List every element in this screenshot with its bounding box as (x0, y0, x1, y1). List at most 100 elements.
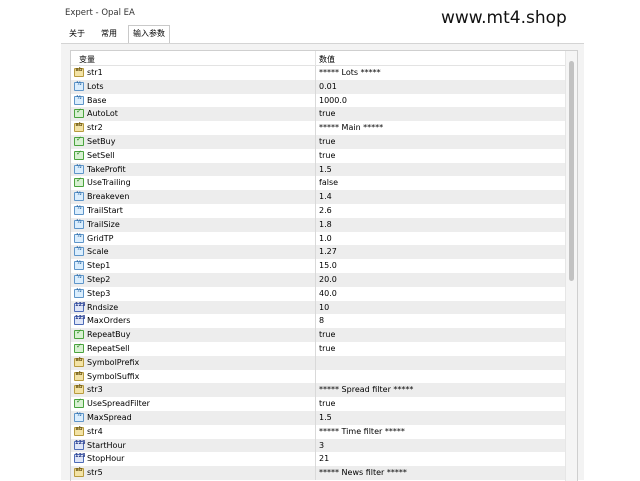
table-row[interactable]: ½ TrailSize 1.8 (71, 217, 565, 232)
table-row[interactable]: ½ MaxSpread 1.5 (71, 410, 565, 425)
value-cell[interactable]: 2.6 (316, 204, 565, 218)
value-cell[interactable]: 8 (316, 314, 565, 328)
value-cell[interactable]: false (316, 176, 565, 190)
value-cell[interactable]: 1.8 (316, 218, 565, 232)
value-cell[interactable] (316, 370, 565, 384)
value-cell[interactable]: 0.01 (316, 80, 565, 94)
table-row[interactable]: ab str1 ***** Lots ***** (71, 66, 565, 80)
vertical-scrollbar[interactable] (565, 51, 577, 481)
tab-input-parameters[interactable]: 输入参数 (128, 25, 170, 44)
tab-common[interactable]: 常用 (97, 26, 121, 42)
table-row[interactable]: ab SymbolSuffix (71, 369, 565, 384)
value-cell[interactable]: 1000.0 (316, 94, 565, 108)
table-row[interactable]: ½ TrailStart 2.6 (71, 203, 565, 218)
value-cell[interactable]: true (316, 149, 565, 163)
table-row[interactable]: ✓ SetSell true (71, 148, 565, 163)
double-icon: ½ (74, 191, 84, 202)
table-row[interactable]: ✓ UseSpreadFilter true (71, 397, 565, 411)
table-row[interactable]: ½ Step3 40.0 (71, 286, 565, 301)
type-badge: ½ (76, 94, 82, 101)
variable-name: TrailStart (87, 205, 123, 215)
type-badge: ab (75, 425, 83, 432)
value-cell[interactable]: 1.5 (316, 411, 565, 425)
value-cell[interactable]: 3 (316, 439, 565, 453)
value-cell[interactable]: 20.0 (316, 273, 565, 287)
table-row[interactable]: ✓ UseTrailing false (71, 176, 565, 191)
value-cell[interactable]: true (316, 397, 565, 411)
type-badge: ab (75, 356, 83, 363)
type-badge: ½ (76, 163, 82, 170)
double-icon: ½ (74, 218, 84, 229)
table-row[interactable]: ½ Step1 15.0 (71, 259, 565, 273)
table-row[interactable]: ½ TakeProfit 1.5 (71, 162, 565, 177)
value-cell[interactable]: true (316, 328, 565, 342)
value-cell[interactable]: 1.5 (316, 163, 565, 177)
value-cell[interactable]: ***** Time filter ***** (316, 425, 565, 439)
table-row[interactable]: ab str2 ***** Main ***** (71, 121, 565, 135)
string-icon: ab (74, 356, 84, 367)
value-cell[interactable]: 1.27 (316, 245, 565, 259)
table-row[interactable]: ✓ SetBuy true (71, 134, 565, 149)
scrollbar-thumb[interactable] (569, 61, 574, 281)
value-cell[interactable]: ***** Spread filter ***** (316, 383, 565, 397)
value-cell[interactable]: 1.4 (316, 190, 565, 204)
table-row[interactable]: ½ Step2 20.0 (71, 272, 565, 287)
value-cell[interactable]: 1.0 (316, 232, 565, 246)
value-cell[interactable] (316, 356, 565, 370)
value-cell[interactable]: 40.0 (316, 287, 565, 301)
column-separator[interactable] (315, 51, 316, 65)
variable-cell: ½ Breakeven (71, 190, 316, 204)
table-row[interactable]: ½ Breakeven 1.4 (71, 190, 565, 204)
value-cell[interactable]: ***** Main ***** (316, 121, 565, 135)
variable-cell: ✓ UseSpreadFilter (71, 397, 316, 411)
value-cell[interactable]: true (316, 107, 565, 121)
variable-name: Scale (87, 247, 109, 257)
value-cell[interactable]: ***** News filter ***** (316, 466, 565, 480)
table-row[interactable]: ½ GridTP 1.0 (71, 231, 565, 246)
column-header-variable[interactable]: 变量 (79, 54, 95, 65)
tab-about[interactable]: 关于 (65, 26, 89, 42)
type-badge: ab (75, 122, 83, 129)
type-badge: ½ (76, 232, 82, 239)
value-cell[interactable]: true (316, 342, 565, 356)
variable-name: UseTrailing (87, 178, 131, 188)
table-row[interactable]: ½ Lots 0.01 (71, 79, 565, 94)
variable-cell: ab SymbolPrefix (71, 355, 316, 370)
table-row[interactable]: ab SymbolPrefix (71, 355, 565, 370)
variable-name: str3 (87, 385, 103, 395)
value-cell[interactable]: 21 (316, 452, 565, 466)
string-icon: ab (74, 384, 84, 395)
table-row[interactable]: 123 StartHour 3 (71, 438, 565, 453)
table-row[interactable]: ½ Scale 1.27 (71, 245, 565, 260)
table-row[interactable]: ✓ RepeatSell true (71, 341, 565, 356)
double-icon: ½ (74, 274, 84, 284)
column-header-value[interactable]: 数值 (319, 54, 335, 65)
table-row[interactable]: ½ Base 1000.0 (71, 93, 565, 108)
variable-cell: ½ TrailSize (71, 217, 316, 232)
bool-icon: ✓ (74, 107, 84, 119)
type-badge: ½ (76, 218, 82, 225)
type-badge: ✓ (76, 328, 82, 337)
table-row[interactable]: 123 StopHour 21 (71, 452, 565, 467)
variable-cell: ½ Step1 (71, 259, 316, 273)
table-row[interactable]: 123 Rndsize 10 (71, 300, 565, 315)
int-icon: 123 (74, 315, 86, 326)
variable-name: Step1 (87, 261, 111, 271)
variable-cell: ½ MaxSpread (71, 410, 316, 425)
table-row[interactable]: ab str5 ***** News filter ***** (71, 466, 565, 480)
table-row[interactable]: ab str3 ***** Spread filter ***** (71, 383, 565, 398)
value-cell[interactable]: 10 (316, 301, 565, 315)
table-row[interactable]: ✓ RepeatBuy true (71, 328, 565, 342)
double-icon: ½ (74, 80, 84, 91)
watermark-text: www.mt4.shop (441, 8, 567, 28)
type-badge: ½ (76, 80, 82, 87)
variable-name: StartHour (87, 440, 126, 450)
value-cell[interactable]: ***** Lots ***** (316, 66, 565, 80)
table-row[interactable]: ab str4 ***** Time filter ***** (71, 424, 565, 439)
value-cell[interactable]: true (316, 135, 565, 149)
type-badge: ✓ (76, 148, 82, 157)
type-badge: 123 (75, 315, 86, 322)
table-row[interactable]: 123 MaxOrders 8 (71, 314, 565, 329)
table-row[interactable]: ✓ AutoLot true (71, 107, 565, 122)
value-cell[interactable]: 15.0 (316, 259, 565, 273)
